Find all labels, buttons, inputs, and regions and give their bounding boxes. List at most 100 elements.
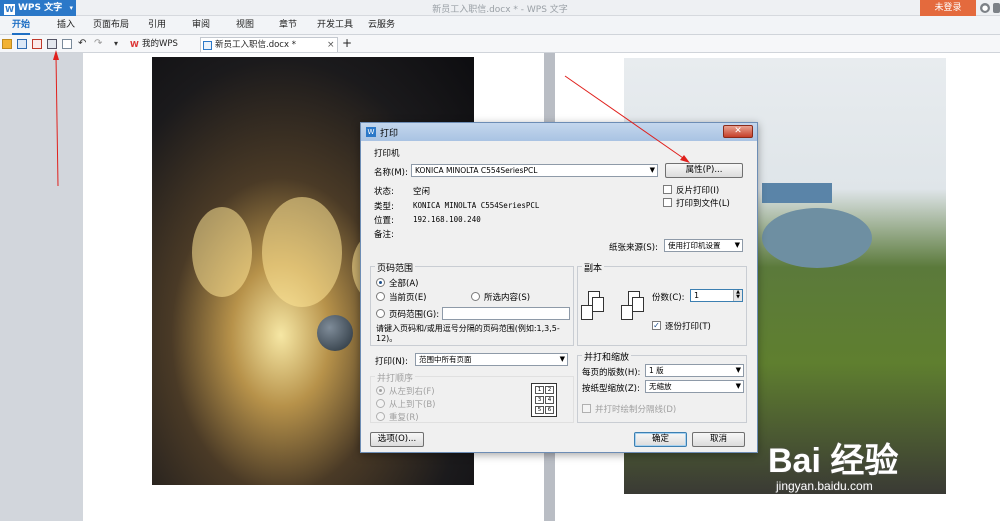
print-to-file-checkbox[interactable] — [663, 198, 672, 207]
page-range-section-label: 页码范围 — [375, 261, 416, 274]
draw-lines-checkbox[interactable] — [582, 404, 591, 413]
scale-select[interactable]: 无缩放 ▼ — [645, 380, 744, 393]
title-bar: W WPS 文字 ▾ 新员工入职信.docx * - WPS 文字 未登录 ● — [0, 0, 1000, 16]
comment-label: 备注: — [374, 230, 394, 240]
dialog-title: 打印 — [380, 129, 399, 139]
spinner-arrows-icon[interactable]: ▲ ▼ — [733, 290, 742, 301]
print-what-select[interactable]: 范围中所有页面 ▼ — [415, 353, 568, 366]
collate-label: 逐份打印(T) — [665, 322, 711, 332]
order-top-bottom-radio[interactable] — [376, 399, 385, 408]
menu-view[interactable]: 视图 — [236, 16, 254, 35]
menu-developer[interactable]: 开发工具 — [317, 16, 353, 35]
paper-source-value: 使用打印机设置 — [668, 241, 721, 250]
print-to-file-label: 打印到文件(L) — [676, 199, 730, 209]
tab-my-wps[interactable]: W 我的WPS — [128, 37, 198, 52]
save-icon[interactable] — [17, 39, 27, 49]
location-value: 192.168.100.240 — [413, 215, 481, 224]
window-title: 新员工入职信.docx * - WPS 文字 — [432, 5, 568, 15]
status-value: 空闲 — [413, 187, 431, 197]
baidu-jingyan-watermark: Bai 经验 jingyan.baidu.com — [768, 433, 998, 503]
paper-source-select[interactable]: 使用打印机设置 ▼ — [664, 239, 743, 252]
page-range-group: 页码范围 全部(A) 当前页(E) 所选内容(S) 页码范围(G): 请键入页码… — [370, 261, 574, 346]
range-current-label: 当前页(E) — [389, 293, 427, 303]
tab-document[interactable]: 新员工入职信.docx * × — [200, 37, 338, 52]
watermark-url: jingyan.baidu.com — [776, 479, 873, 493]
range-pages-label: 页码范围(G): — [389, 310, 440, 320]
menu-references[interactable]: 引用 — [148, 16, 166, 35]
options-button[interactable]: 选项(O)... — [370, 432, 424, 447]
printer-properties-button[interactable]: 属性(P)... — [665, 163, 743, 178]
page-order-preview-icon: 12 34 56 — [531, 383, 557, 417]
print-dialog: W 打印 ✕ 打印机 名称(M): KONICA MINOLTA C554Ser… — [360, 122, 758, 453]
cancel-button[interactable]: 取消 — [692, 432, 745, 447]
login-button[interactable]: 未登录 — [920, 0, 976, 16]
reverse-print-checkbox[interactable] — [663, 185, 672, 194]
dropdown-arrow-icon: ▼ — [649, 166, 655, 174]
menu-cloud[interactable]: 云服务 — [368, 16, 395, 35]
print-icon[interactable] — [47, 39, 57, 49]
dropdown-arrow-icon: ▼ — [735, 366, 741, 374]
range-selection-radio[interactable] — [471, 292, 480, 301]
copies-count-spinner[interactable]: 1 ▲ ▼ — [690, 289, 743, 302]
undo-icon[interactable]: ↶ — [78, 39, 88, 49]
menu-insert[interactable]: 插入 — [57, 16, 75, 35]
page-range-hint: 请键入页码和/或用逗号分隔的页码范围(例如:1,3,5-12)。 — [376, 324, 560, 343]
dropdown-arrow-icon: ▼ — [735, 382, 741, 390]
page-range-input[interactable] — [442, 307, 570, 320]
menu-chapter[interactable]: 章节 — [279, 16, 297, 35]
dialog-title-bar: W 打印 ✕ — [361, 123, 757, 141]
order-left-right-label: 从左到右(F) — [389, 387, 435, 397]
stone-sphere — [317, 315, 353, 351]
new-tab-button[interactable]: + — [342, 37, 352, 52]
order-top-bottom-label: 从上到下(B) — [389, 400, 436, 410]
copies-section-label: 副本 — [582, 261, 605, 274]
order-repeat-radio[interactable] — [376, 412, 385, 421]
location-label: 位置: — [374, 216, 394, 226]
range-all-radio[interactable] — [376, 278, 385, 287]
document-icon — [203, 41, 212, 50]
printer-name-label: 名称(M): — [374, 168, 408, 178]
collate-page-icon — [581, 305, 593, 320]
open-folder-icon[interactable] — [2, 39, 12, 49]
ok-button[interactable]: 确定 — [634, 432, 687, 447]
printer-name-select[interactable]: KONICA MINOLTA C554SeriesPCL ▼ — [411, 164, 658, 177]
pages-per-sheet-select[interactable]: 1 版 ▼ — [645, 364, 744, 377]
collate-page-icon — [621, 305, 633, 320]
scale-label: 按纸型缩放(Z): — [582, 384, 640, 394]
type-label: 类型: — [374, 202, 394, 212]
menu-home[interactable]: 开始 — [12, 16, 31, 35]
copies-count-value: 1 — [694, 291, 700, 300]
print-order-section-label: 并打顺序 — [375, 371, 416, 384]
range-selection-label: 所选内容(S) — [484, 293, 531, 303]
print-what-label: 打印(N): — [375, 357, 408, 367]
export-pdf-icon[interactable] — [32, 39, 42, 49]
range-pages-radio[interactable] — [376, 309, 385, 318]
fountain-glow — [262, 197, 342, 307]
pond — [762, 208, 872, 268]
collate-checkbox[interactable]: ✓ — [652, 321, 661, 330]
dialog-close-button[interactable]: ✕ — [723, 125, 753, 138]
reverse-print-label: 反片打印(I) — [676, 186, 720, 196]
customize-toolbar-chevron-icon[interactable]: ▾ — [114, 39, 124, 49]
printer-section-label: 打印机 — [374, 149, 400, 159]
left-gutter — [0, 53, 83, 521]
range-current-radio[interactable] — [376, 292, 385, 301]
menu-review[interactable]: 审阅 — [192, 16, 210, 35]
help-icon[interactable] — [993, 3, 1000, 13]
collate-page-icon — [592, 297, 604, 312]
watermark-brand: Bai 经验 — [768, 442, 899, 480]
tab-document-label: 新员工入职信.docx * — [215, 40, 296, 50]
menu-page-layout[interactable]: 页面布局 — [93, 16, 129, 35]
print-preview-icon[interactable] — [62, 39, 72, 49]
paper-source-label: 纸张来源(S): — [609, 243, 658, 253]
scale-value: 无缩放 — [649, 382, 672, 391]
zoom-section-label: 并打和缩放 — [582, 350, 632, 363]
print-what-value: 范围中所有页面 — [419, 355, 472, 364]
order-left-right-radio[interactable] — [376, 386, 385, 395]
copies-count-label: 份数(C): — [652, 293, 685, 303]
redo-icon[interactable]: ↷ — [94, 39, 104, 49]
close-tab-icon[interactable]: × — [327, 38, 335, 52]
skin-icon[interactable]: ● — [980, 3, 990, 13]
pages-per-sheet-value: 1 版 — [649, 366, 664, 375]
order-repeat-label: 重复(R) — [389, 413, 419, 423]
